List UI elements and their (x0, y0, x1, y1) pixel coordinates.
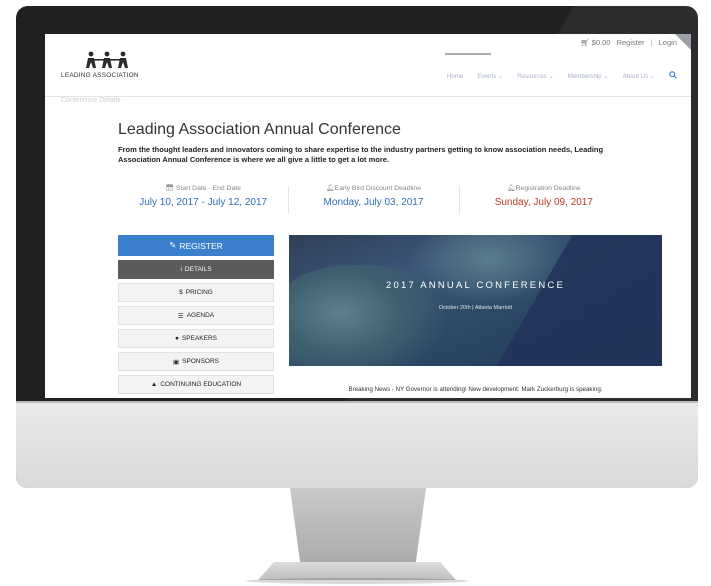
site-header: LEADING ASSOCIATION 🛒︎ $0.00 Register | … (45, 34, 691, 97)
nav-item-resources[interactable]: Resources ⌄ (517, 73, 553, 80)
info-icon: i (180, 266, 182, 273)
people-logo-icon (86, 51, 128, 68)
nav-item-home[interactable]: Home (444, 52, 491, 80)
register-button[interactable]: ✎ REGISTER (118, 235, 274, 256)
banner-subtitle: October 20th | Atlanta Marriott (438, 305, 513, 311)
date-range-label: Start Date - End Date (175, 185, 241, 192)
cart-total: $0.00 (591, 38, 611, 47)
register-link[interactable]: Register (617, 38, 645, 47)
browser-screen: + LEADING ASSOCIATION 🛒︎ $0.00 Register … (45, 34, 691, 398)
registration-deadline-value: Sunday, July 09, 2017 (494, 197, 593, 208)
login-link[interactable]: Login (659, 38, 677, 47)
monitor-chin (16, 401, 698, 488)
active-indicator (444, 52, 491, 55)
search-icon[interactable] (669, 71, 677, 81)
early-bird-value: Monday, July 03, 2017 (323, 197, 424, 208)
logo-text: LEADING ASSOCIATION (61, 72, 139, 79)
banner-overlay (289, 235, 662, 366)
tab-agenda-label: AGENDA (186, 312, 215, 319)
event-intro: From the thought leaders and innovators … (118, 145, 604, 164)
early-bird-label: Early Bird Discount Deadline (334, 185, 422, 192)
event-dates: 📅︎ Start Date - End Date July 10, 2017 -… (118, 184, 629, 218)
bell-icon: 🔔︎ (507, 185, 516, 192)
nav-item-membership[interactable]: Membership ⌄ (568, 73, 609, 80)
dollar-icon: $ (179, 289, 183, 296)
nav-item-about-us[interactable]: About Us ⌄ (623, 73, 655, 80)
page-title: Leading Association Annual Conference (118, 121, 401, 138)
main-nav: Home Events ⌄ Resources ⌄ Membership ⌄ A… (444, 52, 677, 81)
list-icon: ☰ (177, 312, 184, 320)
register-button-label: REGISTER (179, 240, 223, 251)
registration-deadline-block: 🔔︎Registration Deadline Sunday, July 09,… (458, 184, 629, 218)
tab-continuing-education[interactable]: ▲ CONTINUING EDUCATION (118, 375, 274, 394)
calendar-icon: 📅︎ (165, 185, 175, 192)
tab-continuing-education-label: CONTINUING EDUCATION (160, 381, 242, 388)
breaking-news: Breaking News - NY Governor is attending… (348, 386, 603, 393)
bell-icon: 🔔︎ (325, 185, 335, 192)
topbar-separator: | (650, 38, 653, 47)
tab-details-label: DETAILS (184, 266, 212, 273)
gift-icon: ▣ (173, 358, 180, 366)
date-range-block: 📅︎ Start Date - End Date July 10, 2017 -… (118, 184, 288, 218)
cart-icon: 🛒︎ (580, 38, 590, 47)
cart-link[interactable]: 🛒︎ $0.00 (580, 38, 610, 47)
tab-pricing[interactable]: $ PRICING (118, 283, 274, 302)
tab-speakers[interactable]: ● SPEAKERS (118, 329, 274, 348)
tab-details[interactable]: i DETAILS (118, 260, 274, 279)
nav-home-label: Home (446, 72, 464, 80)
pencil-icon: ✎ (169, 240, 177, 250)
tab-sponsors[interactable]: ▣ SPONSORS (118, 352, 274, 371)
nav-item-events[interactable]: Events ⌄ (477, 73, 503, 80)
tab-agenda[interactable]: ☰ AGENDA (118, 306, 274, 325)
breadcrumb[interactable]: Conference Details (61, 97, 121, 104)
registration-deadline-label: Registration Deadline (515, 185, 581, 192)
banner-title: 2017 ANNUAL CONFERENCE (386, 280, 565, 291)
date-range-value: July 10, 2017 - July 12, 2017 (139, 197, 268, 208)
microphone-icon: ● (175, 335, 179, 342)
monitor-stand (290, 488, 426, 568)
tab-sponsors-label: SPONSORS (182, 358, 219, 365)
utility-bar: 🛒︎ $0.00 Register | Login (580, 38, 677, 47)
graduation-cap-icon: ▲ (150, 381, 158, 388)
early-bird-block: 🔔︎Early Bird Discount Deadline Monday, J… (288, 184, 458, 218)
event-sidebar: ✎ REGISTER i DETAILS $ PRICING ☰ AGENDA ● SPE… (118, 235, 274, 398)
tab-pricing-label: PRICING (185, 289, 213, 296)
logo[interactable]: LEADING ASSOCIATION (61, 51, 141, 83)
tab-speakers-label: SPEAKERS (181, 335, 217, 342)
conference-banner: 2017 ANNUAL CONFERENCE October 20th | At… (289, 235, 662, 366)
stand-shadow (246, 578, 468, 584)
